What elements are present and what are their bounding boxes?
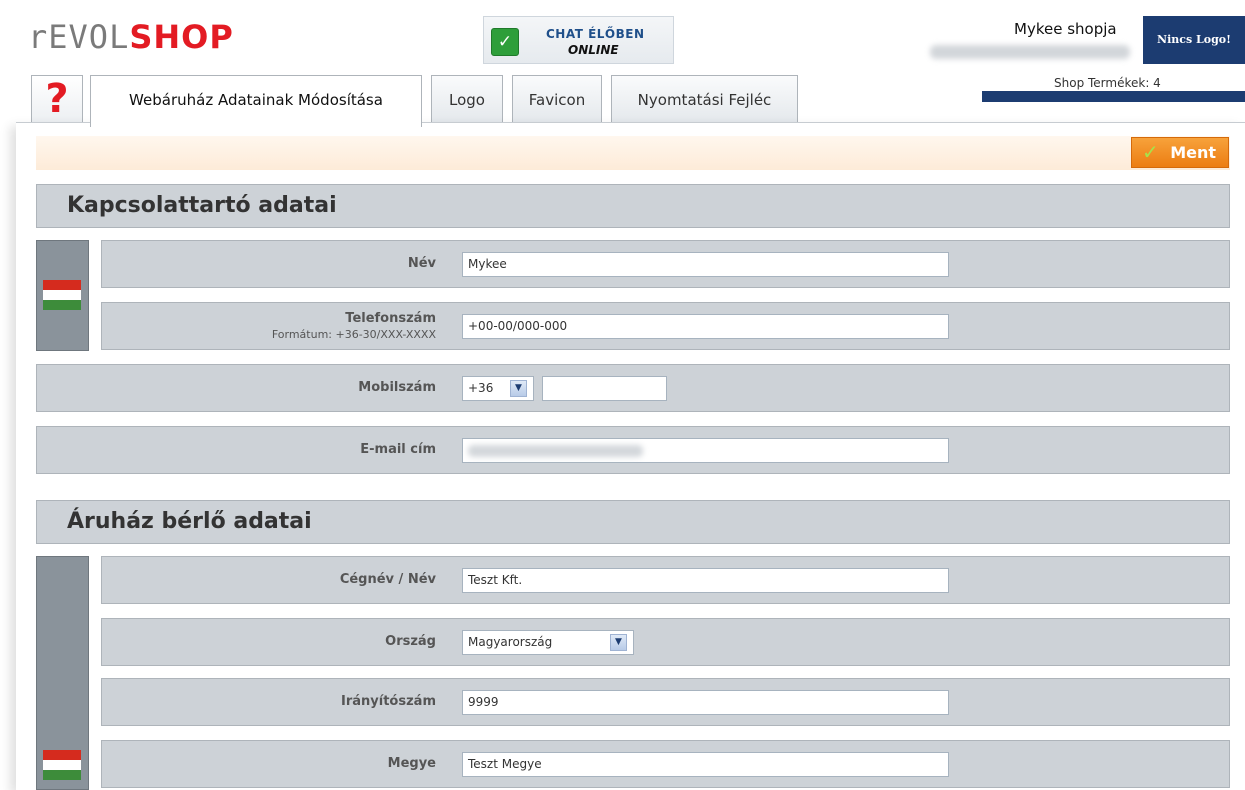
save-button[interactable]: ✓ Ment: [1131, 137, 1229, 168]
phone-input[interactable]: +00-00/000-000: [462, 314, 949, 339]
form-row-zip: Irányítószám 9999: [101, 678, 1230, 726]
zip-input[interactable]: 9999: [462, 690, 949, 715]
name-input[interactable]: Mykee: [462, 252, 949, 277]
form-row-mobile: Mobilszám +36 ▼: [36, 364, 1230, 412]
mobile-prefix-select[interactable]: +36 ▼: [462, 376, 534, 401]
chevron-down-icon[interactable]: ▼: [510, 380, 527, 397]
products-bar: [982, 91, 1245, 102]
help-icon[interactable]: ?: [31, 75, 83, 123]
form-row-phone: Telefonszám Formátum: +36-30/XXX-XXXX +0…: [101, 302, 1230, 350]
zip-label: Irányítószám: [341, 694, 436, 709]
redacted-info: [930, 45, 1130, 59]
chat-online-button[interactable]: ✓ CHAT ÉLŐBEN ONLINE: [483, 16, 674, 64]
form-row-county: Megye Teszt Megye: [101, 740, 1230, 788]
county-label: Megye: [387, 756, 436, 771]
country-select[interactable]: Magyarország ▼: [462, 630, 634, 655]
redacted-email: [468, 445, 643, 457]
phone-format-hint: Formátum: +36-30/XXX-XXXX: [271, 328, 436, 341]
language-column: [36, 556, 89, 790]
tab-logo[interactable]: Logo: [431, 75, 503, 123]
tenant-section-header: Áruház bérlő adatai: [36, 500, 1230, 544]
company-input[interactable]: Teszt Kft.: [462, 568, 949, 593]
mobile-prefix-value: +36: [468, 381, 494, 395]
company-label: Cégnév / Név: [339, 572, 436, 587]
mobile-label: Mobilszám: [358, 380, 436, 395]
email-label: E-mail cím: [360, 442, 436, 457]
form-row-country: Ország Magyarország ▼: [101, 618, 1230, 666]
tab-favicon[interactable]: Favicon: [512, 75, 602, 123]
shop-products-count: Shop Termékek: 4: [1054, 76, 1161, 90]
section-title: Kapcsolattartó adatai: [67, 193, 337, 218]
form-row-name: Név Mykee: [101, 240, 1230, 288]
save-toolbar: [36, 136, 1230, 170]
hungarian-flag-icon[interactable]: [42, 749, 82, 780]
country-label: Ország: [385, 634, 436, 649]
hungarian-flag-icon[interactable]: [42, 279, 82, 310]
save-label: Ment: [1170, 143, 1216, 162]
shop-name: Mykee shopja: [1014, 20, 1117, 38]
no-logo-badge[interactable]: Nincs Logo!: [1143, 16, 1245, 64]
checkmark-icon: ✓: [1142, 140, 1159, 164]
chat-bubble-icon: ✓: [491, 28, 519, 56]
section-title: Áruház bérlő adatai: [67, 509, 312, 534]
country-value: Magyarország: [468, 635, 553, 649]
tab-print-header[interactable]: Nyomtatási Fejléc: [611, 75, 798, 123]
tab-shop-data[interactable]: Webáruház Adatainak Módosítása: [90, 75, 422, 127]
revolshop-logo[interactable]: rEVOLSHOP: [28, 18, 234, 56]
language-column: [36, 240, 89, 351]
chat-status: ONLINE: [568, 43, 619, 57]
chevron-down-icon[interactable]: ▼: [610, 634, 627, 651]
phone-label: Telefonszám: [345, 311, 436, 326]
mobile-number-input[interactable]: [542, 376, 667, 401]
county-input[interactable]: Teszt Megye: [462, 752, 949, 777]
logo-text-shop: SHOP: [129, 18, 234, 56]
email-input[interactable]: [462, 438, 949, 463]
name-label: Név: [407, 256, 436, 271]
form-row-company: Cégnév / Név Teszt Kft.: [101, 556, 1230, 604]
chat-label: CHAT ÉLŐBEN: [546, 27, 645, 41]
logo-text-revol: rEVOL: [28, 18, 130, 56]
contact-section-header: Kapcsolattartó adatai: [36, 184, 1230, 228]
form-row-email: E-mail cím: [36, 426, 1230, 474]
